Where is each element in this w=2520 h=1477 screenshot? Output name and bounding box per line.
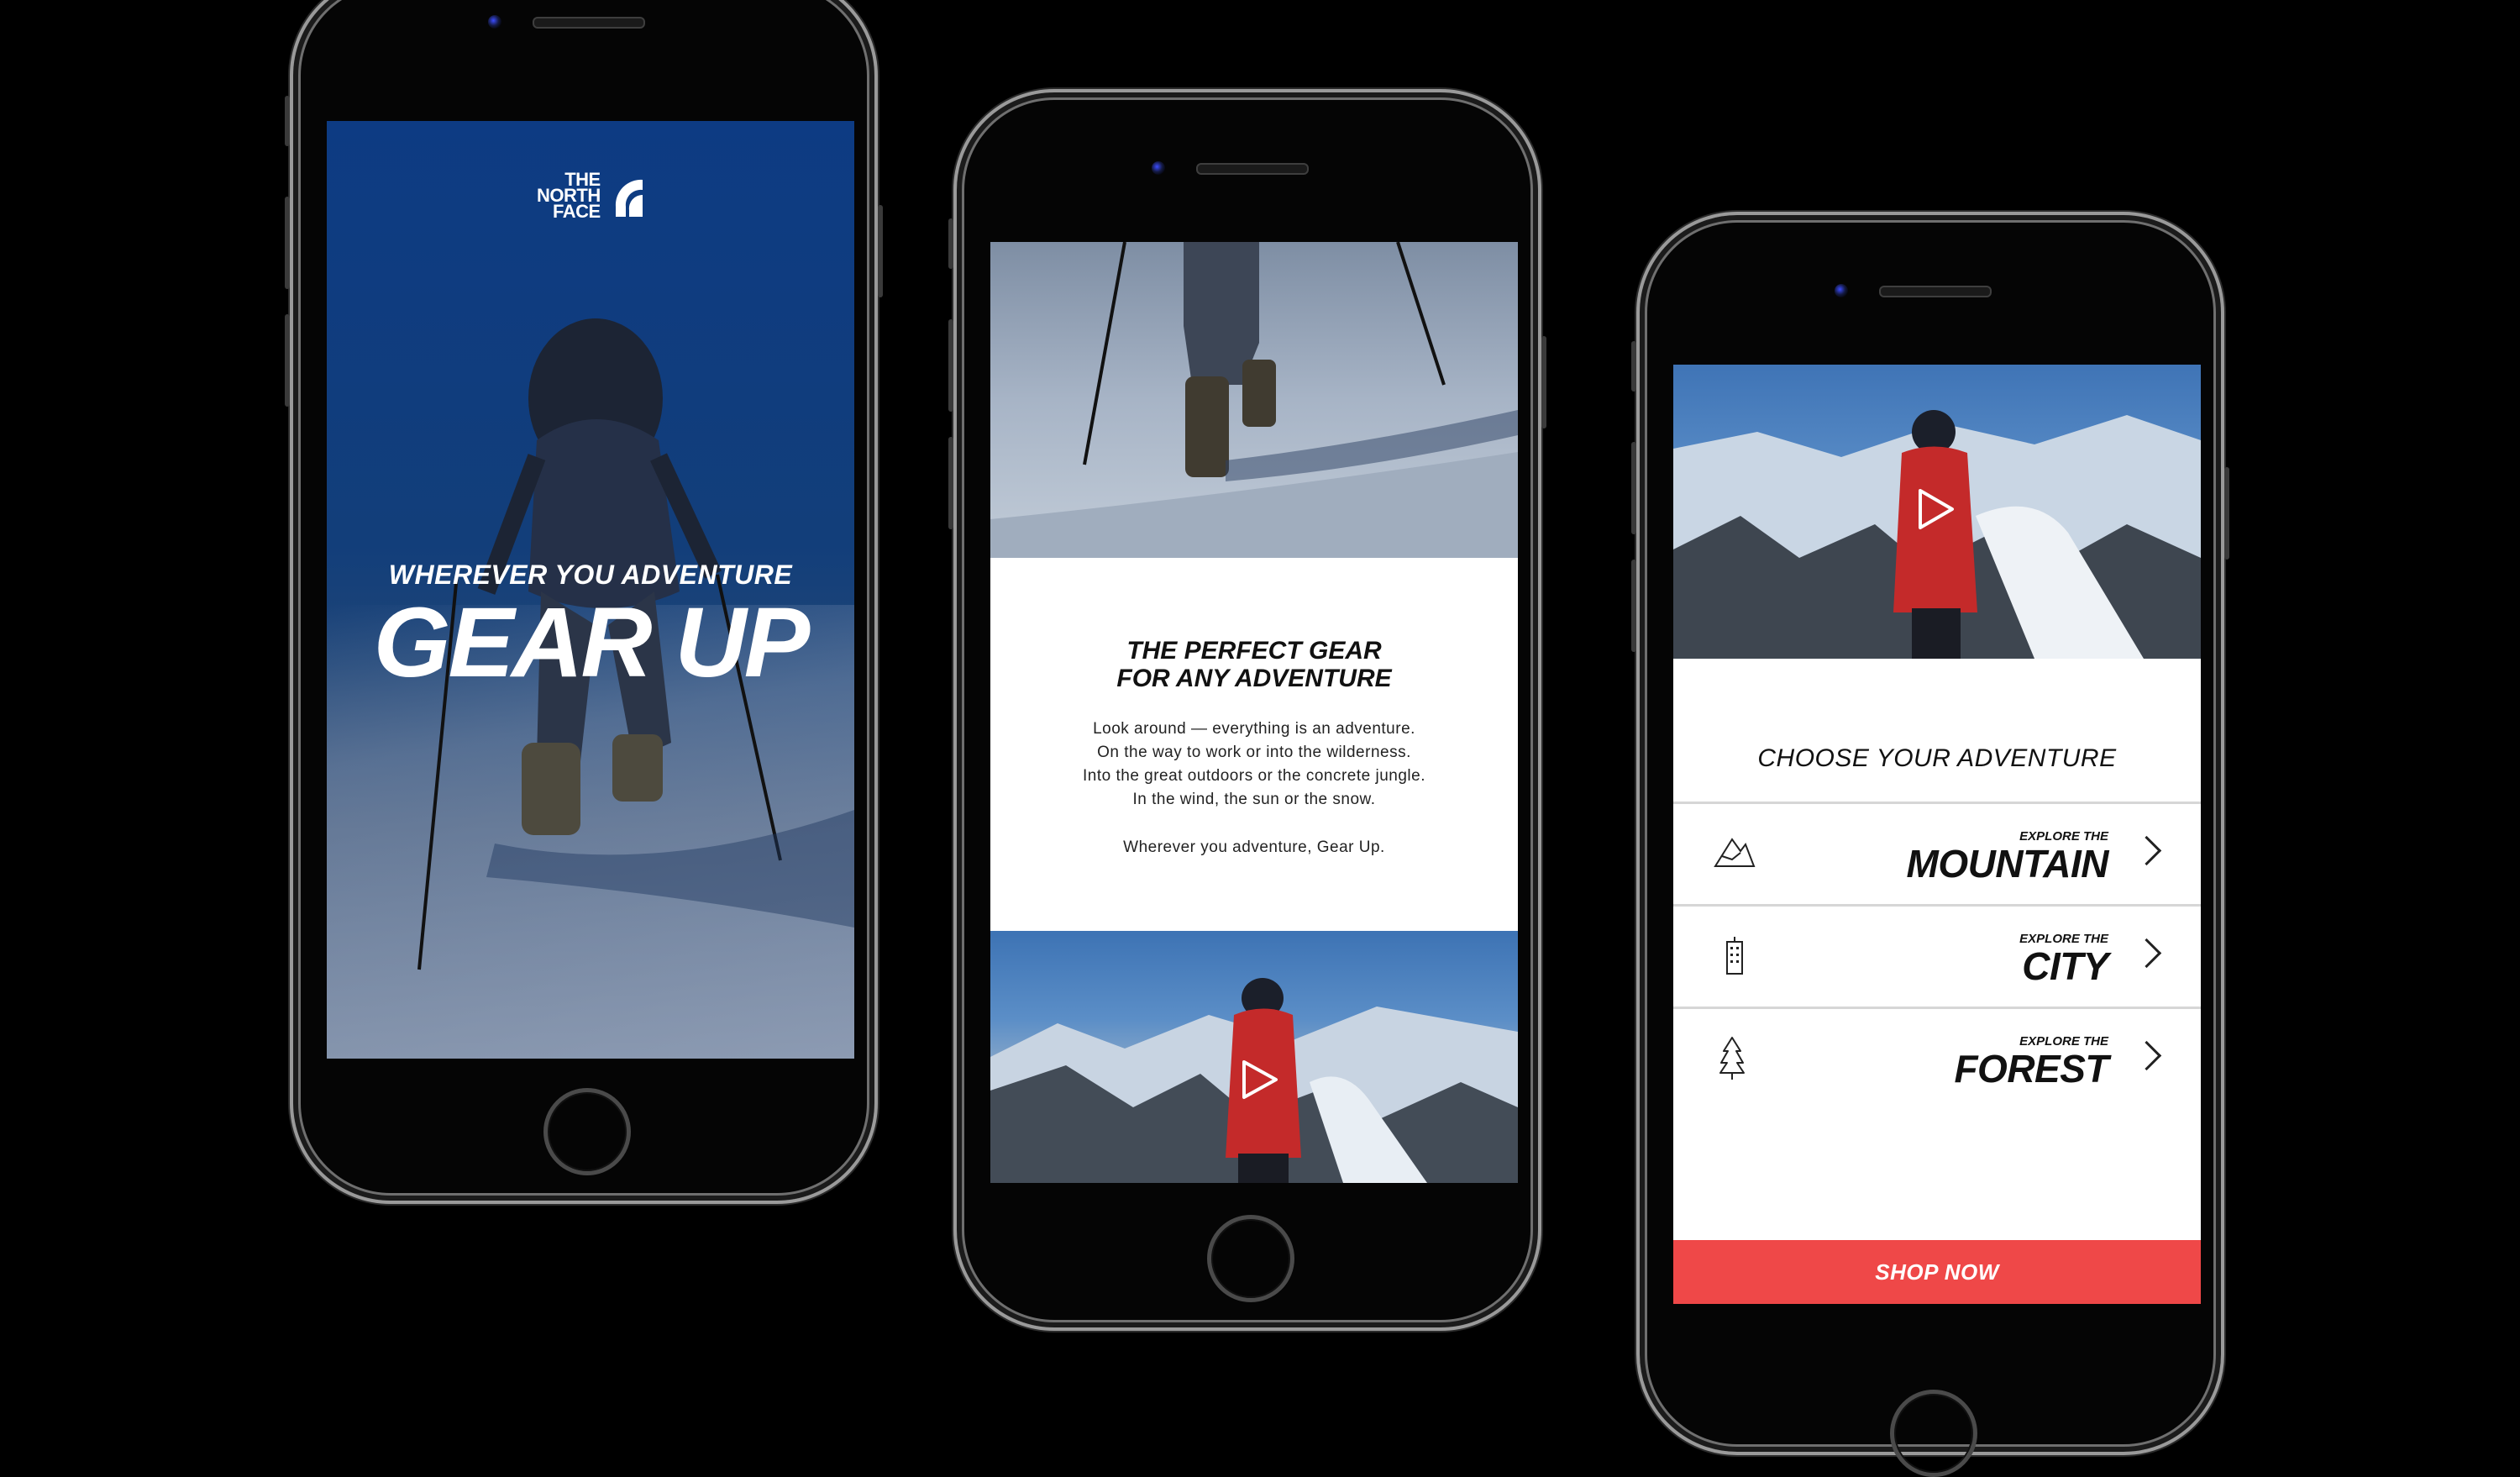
earpiece-speaker (533, 17, 645, 29)
video-thumbnail[interactable] (1673, 365, 2201, 659)
front-camera (488, 15, 501, 29)
story-body-line: Look around — everything is an adventure… (1093, 720, 1415, 738)
story-body-line: On the way to work or into the wildernes… (1097, 744, 1411, 761)
story-body: Look around — everything is an adventure… (990, 717, 1518, 812)
explore-forest-row[interactable]: EXPLORE THE FOREST (1673, 1007, 2201, 1109)
city-label: CITY (2022, 944, 2108, 988)
earpiece-speaker (1879, 286, 1992, 297)
mute-switch (285, 96, 290, 146)
front-camera (1835, 284, 1848, 297)
building-icon (1726, 937, 1743, 975)
video-thumbnail[interactable] (990, 931, 1518, 1183)
choose-adventure-heading: CHOOSE YOUR ADVENTURE (1757, 744, 2117, 772)
phone-choose-adventure-screen: CHOOSE YOUR ADVENTURE EXPLORE THE MOUNTA… (1631, 212, 2229, 1477)
volume-down-button (285, 314, 290, 407)
story-body-line: In the wind, the sun or the snow. (1132, 791, 1376, 808)
mountain-icon (1714, 838, 1756, 867)
front-camera (1152, 161, 1165, 175)
volume-up-button (285, 197, 290, 289)
power-button (2224, 467, 2229, 560)
forest-label: FOREST (1954, 1047, 2108, 1091)
mute-switch (948, 218, 953, 269)
home-button[interactable] (1207, 1215, 1294, 1302)
volume-down-button (1631, 560, 1636, 652)
volume-up-button (948, 319, 953, 412)
earpiece-speaker (1196, 163, 1309, 175)
phone-perfect-gear-screen: THE PERFECT GEAR FOR ANY ADVENTURE Look … (948, 89, 1546, 1331)
power-button (1541, 336, 1546, 428)
play-icon[interactable] (1917, 487, 1956, 531)
hiker-legs-image (990, 242, 1518, 558)
phone-gear-up-screen: THE NORTH FACE WHEREVER YOU ADVENTURE GE… (285, 0, 883, 1204)
story-title: THE PERFECT GEAR FOR ANY ADVENTURE (990, 637, 1518, 692)
logo-arcs-icon (615, 179, 643, 217)
chevron-right-icon (2131, 938, 2162, 969)
chevron-right-icon (2131, 1040, 2162, 1071)
chevron-right-icon (2131, 835, 2162, 866)
explore-mountain-row[interactable]: EXPLORE THE MOUNTAIN (1673, 802, 2201, 904)
tree-icon (1719, 1037, 1745, 1080)
explore-city-row[interactable]: EXPLORE THE CITY (1673, 904, 2201, 1007)
power-button (878, 205, 883, 297)
play-icon[interactable] (1241, 1059, 1279, 1101)
story-screen: THE PERFECT GEAR FOR ANY ADVENTURE Look … (990, 242, 1518, 1183)
hero-title: GEAR UP (373, 587, 811, 698)
story-body-line: Into the great outdoors or the concrete … (1083, 767, 1425, 785)
home-button[interactable] (1890, 1390, 1977, 1477)
story-title-line-1: THE PERFECT GEAR (1126, 637, 1382, 665)
hero-subtitle: WHEREVER YOU ADVENTURE (388, 560, 793, 590)
home-button[interactable] (543, 1088, 631, 1175)
volume-up-button (1631, 442, 1636, 534)
the-north-face-logo: THE NORTH FACE (537, 171, 643, 221)
story-title-line-2: FOR ANY ADVENTURE (1116, 665, 1392, 692)
adventure-menu-screen: CHOOSE YOUR ADVENTURE EXPLORE THE MOUNTA… (1673, 365, 2201, 1304)
mute-switch (1631, 341, 1636, 392)
volume-down-button (948, 437, 953, 529)
hero-screen: THE NORTH FACE WHEREVER YOU ADVENTURE GE… (327, 121, 854, 1059)
shop-now-button[interactable]: SHOP NOW (1673, 1240, 2201, 1304)
mountain-label: MOUNTAIN (1906, 842, 2109, 886)
story-sign-off: Wherever you adventure, Gear Up. (1123, 838, 1385, 856)
